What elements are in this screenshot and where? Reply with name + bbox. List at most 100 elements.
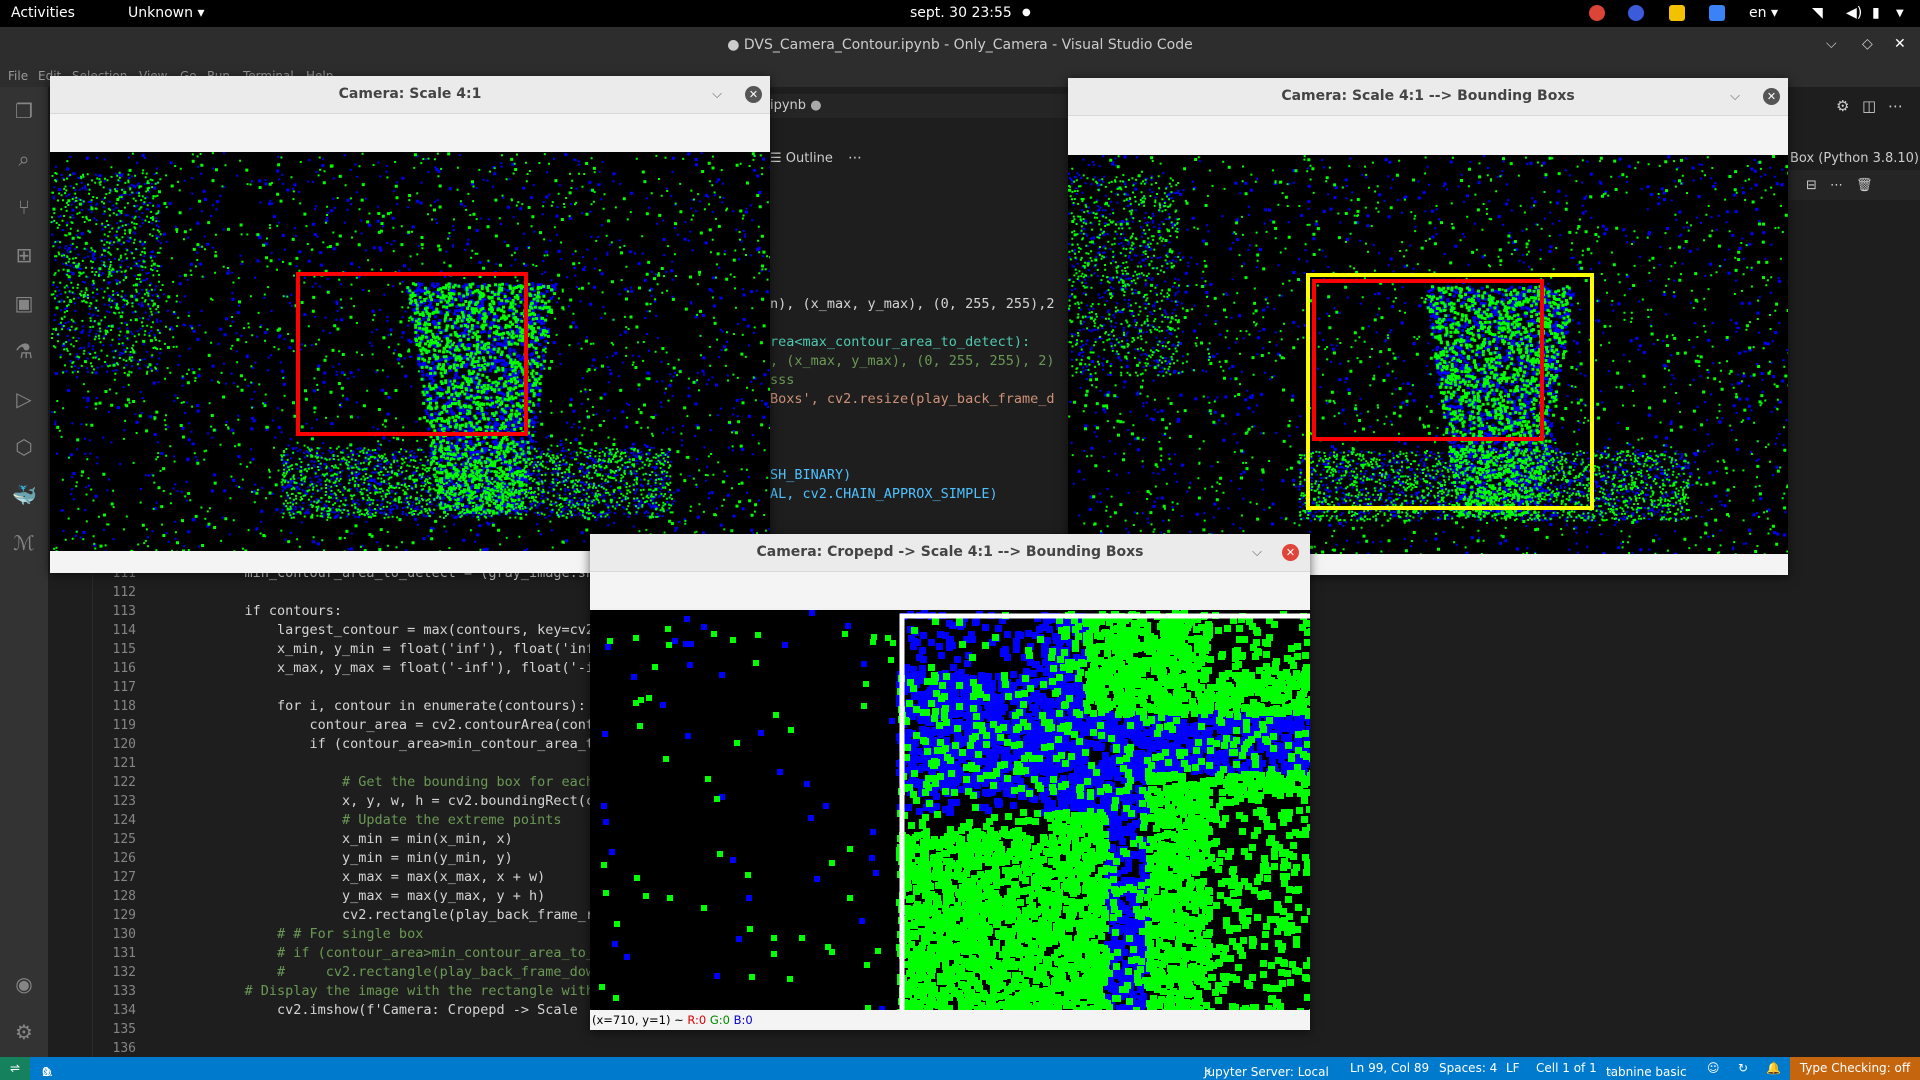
tabnine-label: tabnine basic	[1606, 1065, 1687, 1079]
cell-more-icon[interactable]: ⋯	[1830, 178, 1843, 193]
run-debug-icon[interactable]: ▷	[12, 387, 36, 411]
camera-window-cropped[interactable]: Camera: Cropepd -> Scale 4:1 --> Boundin…	[590, 534, 1310, 1030]
gear-icon[interactable]: ⚙	[1836, 97, 1849, 115]
chrome-icon[interactable]	[1589, 5, 1605, 21]
system-menu-chevron-icon[interactable]: ▼	[1896, 8, 1904, 19]
notification-dot-icon: ●	[1022, 7, 1031, 18]
cell-indicator[interactable]: Cell 1 of 1	[1536, 1061, 1597, 1075]
event-camera-image[interactable]	[1068, 155, 1788, 554]
cropped-frame-canvas	[599, 610, 1310, 1010]
close-icon[interactable]: ✕	[1763, 88, 1780, 105]
pixel-green: G:0	[709, 1013, 730, 1027]
close-icon[interactable]: ✕	[745, 86, 762, 103]
settings-gear-icon[interactable]: ⚙	[12, 1020, 36, 1044]
testing-icon[interactable]: ⚗	[12, 339, 36, 363]
remote-indicator-icon[interactable]: ⇌	[0, 1057, 30, 1080]
type-checking-status[interactable]: Type Checking: off	[1790, 1057, 1920, 1080]
warning-count: 0	[42, 1065, 50, 1079]
line-number: 124	[112, 813, 136, 828]
search-icon[interactable]: ⌕	[12, 147, 36, 171]
chevron-down-icon[interactable]: ⌵	[1247, 534, 1267, 571]
app-menu-label: Unknown	[128, 5, 193, 21]
line-number: 129	[112, 908, 136, 923]
window-title-bar[interactable]: Camera: Cropepd -> Scale 4:1 --> Boundin…	[590, 534, 1310, 572]
package-icon[interactable]: ⬡	[12, 435, 36, 459]
code-line: largest_contour = max(contours, key=cv2.	[212, 622, 603, 638]
pixel-info-bar: (x=710, y=1) ~ R:0 G:0 B:0	[590, 1010, 1310, 1030]
minimize-icon[interactable]: ⌵	[1826, 36, 1837, 52]
code-fragment: , (x_max, y_max), (0, 255, 255), 2)	[770, 353, 1055, 369]
explorer-icon[interactable]: ❐	[12, 99, 36, 123]
extensions-icon[interactable]: ⊞	[12, 243, 36, 267]
outline-button[interactable]: ☰ Outline	[770, 151, 833, 166]
wifi-icon[interactable]: ◥	[1812, 5, 1823, 21]
end-of-line[interactable]: LF	[1506, 1061, 1520, 1075]
remote-explorer-icon[interactable]: ▣	[12, 291, 36, 315]
chevron-down-icon[interactable]: ⌵	[1725, 78, 1745, 115]
code-fragment: rea<max_contour_area_to_detect):	[770, 334, 1031, 350]
opencv-toolbar	[590, 572, 1310, 608]
shield-tray-icon[interactable]	[1709, 5, 1725, 21]
editor-tab-label: ipynb	[770, 98, 807, 113]
code-line: x_min = min(x_min, x)	[212, 831, 513, 847]
unsaved-dot-icon: ●	[727, 37, 744, 53]
line-number: 127	[112, 870, 136, 885]
window-title-bar[interactable]: Camera: Scale 4:1 --> Bounding Boxs	[1068, 78, 1788, 116]
activities-button[interactable]: Activities	[11, 5, 75, 21]
delete-cell-icon[interactable]: 🗑	[1856, 178, 1873, 193]
code-fragment: AL, cv2.CHAIN_APPROX_SIMPLE)	[770, 486, 998, 502]
camera-window-bounding-boxes[interactable]: Camera: Scale 4:1 --> Bounding Boxs ⌵ ✕	[1068, 78, 1788, 575]
camera-window-scale[interactable]: Camera: Scale 4:1 ⌵ ✕	[50, 76, 770, 573]
source-control-icon[interactable]: ⑂	[12, 195, 36, 219]
jupyter-icon[interactable]: ℳ	[12, 531, 36, 555]
code-line: # # For single box	[212, 926, 424, 942]
indentation[interactable]: Spaces: 4	[1439, 1061, 1497, 1075]
docker-icon[interactable]: 🐳	[12, 483, 37, 507]
notifications-bell-icon[interactable]: 🔔	[1766, 1061, 1781, 1075]
opencv-toolbar	[50, 114, 770, 152]
chevron-down-icon[interactable]: ⌵	[707, 76, 727, 113]
editor-tab[interactable]: ipynb ●	[770, 98, 822, 113]
line-number: 130	[112, 927, 136, 942]
code-line: if (contour_area>min_contour_area_to	[212, 736, 603, 752]
cursor-position[interactable]: Ln 99, Col 89	[1350, 1061, 1429, 1075]
language-selector[interactable]: en ▾	[1749, 5, 1778, 21]
line-number: 114	[112, 623, 136, 638]
window-title: Camera: Scale 4:1	[338, 86, 482, 102]
green-event-pixels	[50, 152, 770, 551]
kernel-selector[interactable]: Box (Python 3.8.10)	[1790, 151, 1919, 166]
toolbar-more-icon[interactable]: ⋯	[848, 150, 862, 166]
code-line: # Get the bounding box for each	[212, 774, 595, 790]
line-number: 118	[112, 699, 136, 714]
battery-icon[interactable]: ▮	[1872, 5, 1880, 21]
line-number: 128	[112, 889, 136, 904]
outline-icon: ☰	[770, 151, 786, 166]
line-number: 117	[112, 680, 136, 695]
split-cell-icon[interactable]: ⊟	[1806, 178, 1817, 193]
volume-icon[interactable]: ◀)	[1846, 5, 1862, 21]
app-menu[interactable]: Unknown ▾	[128, 5, 204, 21]
clock[interactable]: sept. 30 23:55	[910, 5, 1012, 21]
menu-file[interactable]: File	[8, 69, 28, 83]
more-actions-icon[interactable]: ⋯	[1888, 97, 1903, 115]
code-line: # if (contour_area>min_contour_area_to_d	[212, 945, 603, 961]
close-window-icon[interactable]: ✕	[1894, 36, 1906, 52]
maximize-icon[interactable]: ◇	[1862, 36, 1873, 52]
notes-tray-icon[interactable]	[1669, 5, 1685, 21]
code-line: cv2.imshow(f'Camera: Cropepd -> Scale {	[212, 1002, 603, 1018]
bluetooth-tray-icon[interactable]	[1628, 5, 1644, 21]
split-editor-icon[interactable]: ◫	[1862, 97, 1876, 115]
account-icon[interactable]: ◉	[12, 972, 36, 996]
event-frame-canvas	[50, 152, 770, 551]
sync-icon[interactable]: ↻	[1738, 1061, 1748, 1075]
pixel-red: R:0	[687, 1013, 707, 1027]
window-title-bar[interactable]: Camera: Scale 4:1	[50, 76, 770, 114]
line-number: 115	[112, 642, 136, 657]
unsaved-dot-icon: ●	[810, 98, 822, 113]
event-camera-image[interactable]	[50, 152, 770, 551]
cropped-event-image[interactable]	[590, 610, 1310, 1010]
close-icon[interactable]: ✕	[1282, 544, 1299, 561]
line-number: 125	[112, 832, 136, 847]
status-bar: ⇌ ⊗ 0 ⚠ 0 ⚡ Jupyter Server: Local Ln 99, …	[0, 1057, 1920, 1080]
feedback-icon[interactable]: ☺	[1707, 1061, 1720, 1075]
